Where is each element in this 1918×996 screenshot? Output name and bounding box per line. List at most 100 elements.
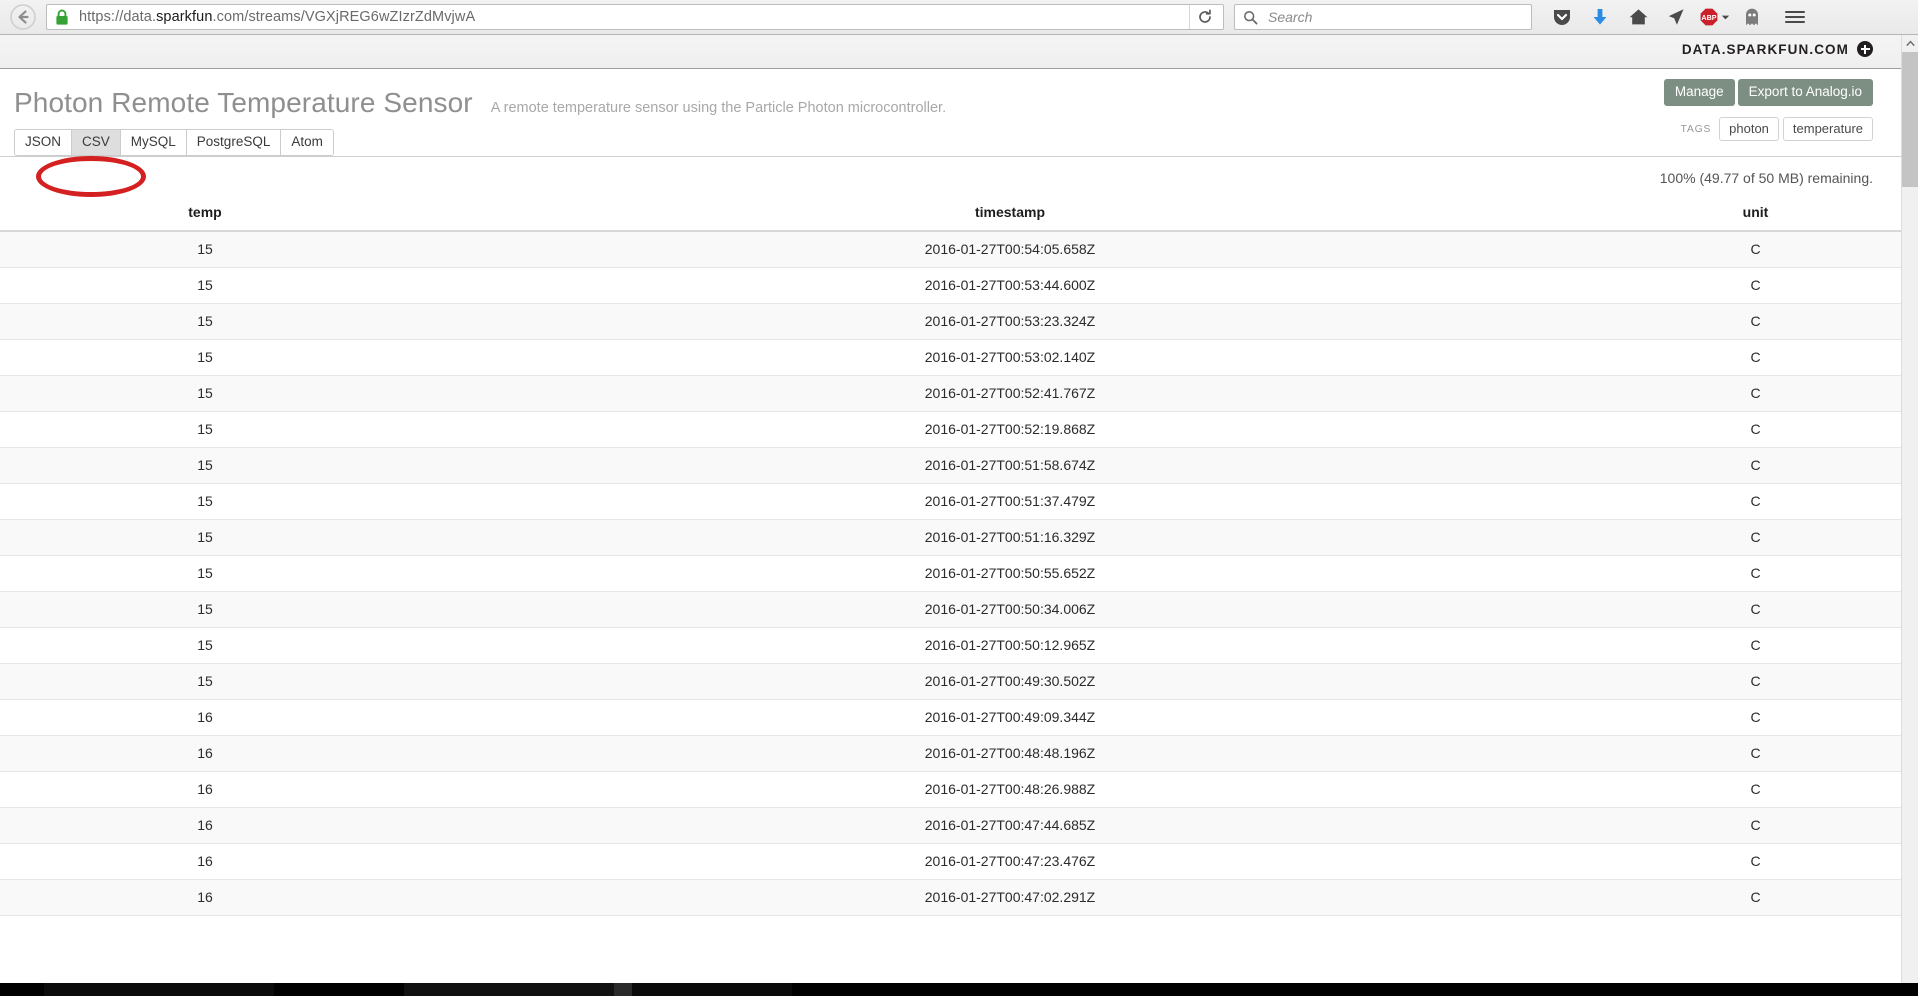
tag-photon[interactable]: photon	[1719, 117, 1779, 142]
table-row: 16 2016-01-27T00:47:23.476Z C	[0, 843, 1901, 880]
cell-unit: C	[1610, 375, 1901, 412]
header-actions: Manage Export to Analog.io TAGS photon t…	[1663, 79, 1873, 142]
cell-temp: 15	[0, 303, 410, 340]
tags-label: TAGS	[1680, 123, 1712, 136]
home-icon[interactable]	[1622, 2, 1654, 32]
send-tab-icon[interactable]	[1660, 2, 1692, 32]
cell-temp: 15	[0, 555, 410, 592]
cell-temp: 15	[0, 411, 410, 448]
cell-timestamp: 2016-01-27T00:48:26.988Z	[410, 771, 1610, 808]
cell-timestamp: 2016-01-27T00:53:02.140Z	[410, 339, 1610, 376]
table-row: 15 2016-01-27T00:51:37.479Z C	[0, 483, 1901, 520]
table-head: temp timestamp unit	[0, 196, 1901, 232]
tab-mysql[interactable]: MySQL	[120, 130, 187, 156]
svg-text:ABP: ABP	[1701, 13, 1716, 22]
cell-temp: 15	[0, 627, 410, 664]
cell-temp: 15	[0, 339, 410, 376]
cell-unit: C	[1610, 339, 1901, 376]
cell-unit: C	[1610, 411, 1901, 448]
table-row: 15 2016-01-27T00:53:23.324Z C	[0, 303, 1901, 340]
cell-unit: C	[1610, 627, 1901, 664]
search-input[interactable]	[1266, 8, 1523, 26]
table-row: 16 2016-01-27T00:47:44.685Z C	[0, 807, 1901, 844]
cell-temp: 15	[0, 447, 410, 484]
cell-timestamp: 2016-01-27T00:52:19.868Z	[410, 411, 1610, 448]
tag-temperature[interactable]: temperature	[1782, 117, 1873, 142]
table-row: 15 2016-01-27T00:53:02.140Z C	[0, 339, 1901, 376]
search-icon	[1243, 10, 1258, 25]
ghostery-icon[interactable]	[1736, 2, 1768, 32]
table-row: 16 2016-01-27T00:47:02.291Z C	[0, 879, 1901, 916]
cell-timestamp: 2016-01-27T00:52:41.767Z	[410, 375, 1610, 412]
cell-unit: C	[1610, 807, 1901, 844]
page-viewport: DATA.SPARKFUN.COM Photon Remote Temperat…	[0, 35, 1918, 996]
action-button-group: Manage Export to Analog.io	[1663, 79, 1873, 107]
pocket-icon[interactable]	[1546, 2, 1578, 32]
cell-timestamp: 2016-01-27T00:50:12.965Z	[410, 627, 1610, 664]
cell-unit: C	[1610, 483, 1901, 520]
table-header-row: temp timestamp unit	[0, 196, 1901, 232]
manage-button[interactable]: Manage	[1663, 79, 1735, 107]
vertical-scrollbar[interactable]	[1901, 35, 1918, 996]
search-bar[interactable]	[1234, 4, 1532, 30]
hamburger-menu-icon[interactable]	[1778, 2, 1812, 32]
cell-timestamp: 2016-01-27T00:47:02.291Z	[410, 879, 1610, 916]
cell-temp: 15	[0, 231, 410, 268]
site-brand-strip: DATA.SPARKFUN.COM	[0, 35, 1901, 69]
downloads-icon[interactable]	[1584, 2, 1616, 32]
cell-unit: C	[1610, 663, 1901, 700]
stream-data-table: temp timestamp unit 15 2016-01-27T00:54:0…	[0, 196, 1901, 916]
tab-postgresql[interactable]: PostgreSQL	[186, 130, 282, 156]
table-row: 16 2016-01-27T00:49:09.344Z C	[0, 699, 1901, 736]
table-row: 15 2016-01-27T00:52:19.868Z C	[0, 411, 1901, 448]
table-row: 15 2016-01-27T00:51:16.329Z C	[0, 519, 1901, 556]
column-header-unit[interactable]: unit	[1610, 196, 1901, 232]
back-arrow-icon[interactable]	[8, 2, 38, 32]
reload-icon[interactable]	[1189, 5, 1219, 29]
cell-timestamp: 2016-01-27T00:47:23.476Z	[410, 843, 1610, 880]
chevron-down-icon[interactable]	[1721, 8, 1730, 26]
title-row: Photon Remote Temperature Sensor A remot…	[14, 69, 1901, 119]
cell-temp: 16	[0, 699, 410, 736]
cell-unit: C	[1610, 879, 1901, 916]
cell-timestamp: 2016-01-27T00:51:58.674Z	[410, 447, 1610, 484]
column-header-timestamp[interactable]: timestamp	[410, 196, 1610, 232]
column-header-temp[interactable]: temp	[0, 196, 410, 232]
table-row: 15 2016-01-27T00:50:34.006Z C	[0, 591, 1901, 628]
cell-temp: 16	[0, 843, 410, 880]
table-row: 15 2016-01-27T00:52:41.767Z C	[0, 375, 1901, 412]
cell-temp: 16	[0, 879, 410, 916]
tags-row: TAGS photon temperature	[1664, 117, 1873, 142]
format-tab-bar: JSON CSV MySQL PostgreSQL Atom	[14, 129, 334, 157]
cell-timestamp: 2016-01-27T00:53:44.600Z	[410, 267, 1610, 304]
padlock-icon	[55, 9, 69, 26]
scrollbar-thumb[interactable]	[1902, 52, 1918, 187]
cell-timestamp: 2016-01-27T00:50:55.652Z	[410, 555, 1610, 592]
address-bar[interactable]: https://data.sparkfun.com/streams/VGXjRE…	[46, 4, 1224, 30]
os-taskbar[interactable]	[0, 983, 1918, 996]
cell-temp: 15	[0, 375, 410, 412]
cell-unit: C	[1610, 447, 1901, 484]
tab-atom[interactable]: Atom	[281, 130, 333, 156]
cell-unit: C	[1610, 771, 1901, 808]
cell-timestamp: 2016-01-27T00:51:37.479Z	[410, 483, 1610, 520]
export-to-analogio-button[interactable]: Export to Analog.io	[1737, 79, 1873, 107]
adblock-plus-icon[interactable]: ABP	[1698, 2, 1730, 32]
cell-unit: C	[1610, 519, 1901, 556]
cell-timestamp: 2016-01-27T00:48:48.196Z	[410, 735, 1610, 772]
site-brand[interactable]: DATA.SPARKFUN.COM	[1682, 41, 1873, 57]
site-brand-label: DATA.SPARKFUN.COM	[1681, 41, 1849, 57]
storage-remaining-text: 100% (49.77 of 50 MB) remaining.	[1659, 170, 1873, 186]
table-body: 15 2016-01-27T00:54:05.658Z C 15 2016-01-27T…	[0, 231, 1901, 916]
cell-unit: C	[1610, 699, 1901, 736]
cell-temp: 15	[0, 519, 410, 556]
page-title: Photon Remote Temperature Sensor	[14, 87, 473, 118]
cell-timestamp: 2016-01-27T00:54:05.658Z	[410, 231, 1610, 268]
cell-timestamp: 2016-01-27T00:49:09.344Z	[410, 699, 1610, 736]
tab-csv[interactable]: CSV	[72, 130, 121, 156]
table-row: 16 2016-01-27T00:48:48.196Z C	[0, 735, 1901, 772]
browser-toolbar: https://data.sparkfun.com/streams/VGXjRE…	[0, 0, 1918, 35]
table-row: 15 2016-01-27T00:49:30.502Z C	[0, 663, 1901, 700]
tab-json[interactable]: JSON	[15, 130, 73, 156]
scroll-up-icon[interactable]	[1902, 35, 1918, 52]
